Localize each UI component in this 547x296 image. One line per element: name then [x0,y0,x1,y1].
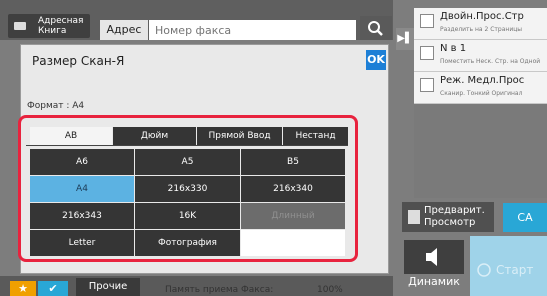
search-button[interactable] [360,16,392,40]
checkbox-icon[interactable] [420,14,434,28]
preview-button[interactable]: Предварит. Просмотр [402,202,494,232]
speaker-label: Динамик [408,275,460,288]
preview-icon [408,210,420,224]
option-n-in-1[interactable]: N в 1 Поместить Неск. Стр. на Одной [414,40,547,72]
option-subtitle: Разделить на 2 Страницы [440,26,523,33]
option-subtitle: Поместить Неск. Стр. на Одной [440,58,541,65]
dialog-title: Размер Скан-Я [32,54,125,68]
ok-button[interactable]: OK [366,50,386,70]
address-book-label: Адресная Книга [38,16,84,36]
right-panel-background [414,104,547,198]
start-button[interactable]: Старт [470,236,547,296]
memory-value: 100% [317,285,343,295]
other-button[interactable]: Прочие [76,278,140,296]
star-icon[interactable]: ★ [10,281,36,296]
start-label: Старт [496,263,534,277]
option-title: Реж. Медл.Прос [440,75,525,86]
ca-button[interactable]: CA [503,203,547,232]
preview-label: Предварит. Просмотр [424,205,485,228]
option-title: N в 1 [440,43,467,54]
address-book-button[interactable]: Адресная Книга [8,14,90,38]
option-title: Двойн.Прос.Стр [440,11,524,22]
speaker-icon [426,248,437,266]
address-tab[interactable]: Адрес [100,20,148,40]
checkbox-icon[interactable] [420,78,434,92]
option-duplex[interactable]: Двойн.Прос.Стр Разделить на 2 Страницы [414,8,547,40]
speaker-button[interactable] [404,240,464,274]
checkbox-icon[interactable] [420,46,434,60]
highlight-frame [18,115,358,262]
address-book-icon [14,22,26,30]
search-icon [368,21,383,36]
fax-number-input[interactable] [149,20,356,40]
start-icon [477,263,491,277]
check-icon[interactable]: ✔ [38,281,68,296]
format-label: Формат : A4 [27,101,85,111]
option-subtitle: Сканир. Тонкий Оригинал [440,90,523,97]
play-step-icon[interactable]: ▶▌ [396,28,414,50]
option-slow-scan[interactable]: Реж. Медл.Прос Сканир. Тонкий Оригинал [414,72,547,104]
memory-label: Память приема Факса: [165,285,274,295]
